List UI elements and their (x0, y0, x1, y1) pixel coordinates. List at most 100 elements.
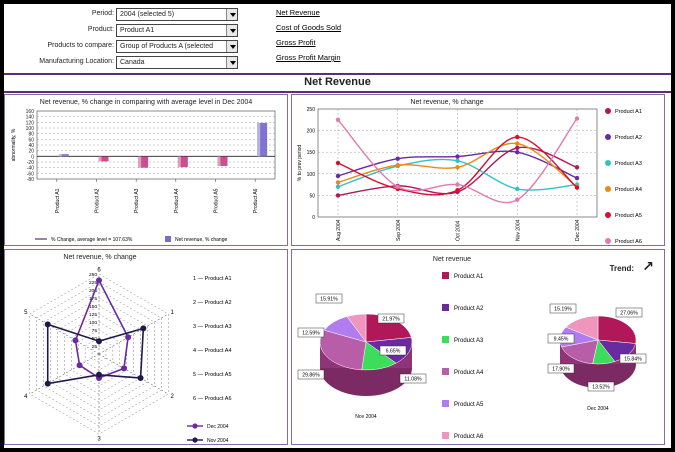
data-point (335, 160, 341, 166)
legend-marker (605, 160, 611, 166)
pie-label: 21.97% (382, 317, 400, 323)
pie-name: Dec 2004 (587, 406, 609, 412)
pie-name: Nov 2004 (355, 414, 377, 420)
radar-axis-label: 1 (170, 310, 174, 316)
radar-axis-label: 4 (24, 394, 28, 400)
legend-label: Product A3 (615, 161, 642, 167)
legend-marker (605, 212, 611, 218)
radar-axis-label: 5 (24, 310, 28, 316)
x-tick-label: Sep 2004 (396, 219, 402, 241)
radar-axis-label: 3 (97, 436, 101, 442)
radar-point (96, 338, 102, 345)
y-tick-label: 150 (307, 150, 316, 156)
link-gross-profit-margin[interactable]: Gross Profit Margin (276, 51, 341, 66)
chevron-down-icon[interactable] (226, 25, 237, 36)
legend-swatch (165, 236, 171, 242)
radar-axis-legend: 1 — Product A1 (193, 276, 232, 282)
x-tick-label: Oct 2004 (456, 220, 462, 241)
legend-label: Net revenue, % change (175, 237, 227, 243)
legend-swatch (442, 400, 449, 407)
data-point (515, 197, 520, 202)
report-links: Net Revenue Cost of Goods Sold Gross Pro… (276, 6, 341, 66)
legend-label: Product A5 (615, 213, 642, 219)
link-net-revenue[interactable]: Net Revenue (276, 6, 341, 21)
data-point (395, 156, 400, 161)
legend-label: % Change, average level = 107.63% (51, 237, 133, 243)
data-point (395, 184, 400, 189)
select-value: Product A1 (120, 27, 155, 34)
product-select[interactable]: Product A1 (116, 24, 238, 37)
pie-charts: Product A1 Product A2 Product A3 Product A4… (297, 272, 647, 440)
compare-select[interactable]: Group of Products A (selected (116, 40, 238, 53)
radar-axis-legend: 3 — Product A3 (193, 324, 232, 330)
filter-product: Product: Product A1 (6, 24, 266, 38)
pie-label: 12.59% (302, 331, 320, 337)
bar-highlight (177, 156, 181, 168)
x-tick-label: Dec 2004 (575, 219, 581, 241)
data-point (455, 182, 460, 187)
legend-swatch (442, 368, 449, 375)
pie-label: 17.90% (552, 367, 570, 373)
y-tick-label: -80 (27, 177, 34, 183)
legend-label: Product A6 (615, 239, 642, 245)
x-tick-label: Product A4 (174, 188, 180, 213)
data-point (574, 165, 580, 170)
radar-point (76, 362, 83, 369)
divider (4, 91, 671, 93)
legend-marker (605, 186, 611, 192)
location-select[interactable]: Canada (116, 56, 238, 69)
data-point (335, 193, 341, 198)
data-point (455, 154, 460, 159)
radar-tick-label: 100 (89, 320, 97, 326)
radar-axis-label: 6 (97, 268, 101, 274)
x-tick-label: Product A2 (95, 188, 101, 213)
period-select[interactable]: 2004 (selected 5) (116, 8, 238, 21)
bar-highlight (58, 154, 62, 157)
bar-chart-panel: Net revenue, % change in comparing with … (4, 94, 288, 246)
legend-label: Product A2 (454, 306, 484, 312)
legend-marker (605, 108, 611, 114)
filter-period: Period: 2004 (selected 5) (6, 8, 266, 22)
data-point (455, 158, 460, 164)
radar-axis-legend: 2 — Product A2 (193, 300, 232, 306)
pie-label: 11.08% (404, 377, 422, 383)
x-tick-label: Aug 2004 (336, 219, 342, 241)
radar-point (96, 277, 102, 284)
data-point (515, 141, 520, 146)
bar-highlight (257, 122, 261, 157)
radar-tick-label: 125 (89, 312, 97, 318)
y-tick-label: 100 (307, 172, 316, 178)
data-point (455, 165, 460, 170)
filter-location: Manufacturing Location: Canada (6, 56, 266, 70)
y-tick-label: 0 (312, 215, 315, 221)
chevron-down-icon[interactable] (226, 41, 237, 52)
y-tick-label: 50 (309, 193, 315, 199)
data-point (574, 116, 580, 121)
link-gross-profit[interactable]: Gross Profit (276, 36, 341, 51)
radar-tick-label: 75 (92, 328, 98, 334)
pie-label: 6.65% (386, 349, 401, 355)
radar-point (72, 337, 79, 344)
pie-label: 29.86% (302, 373, 320, 379)
select-value: Canada (120, 59, 145, 66)
radar-point (125, 334, 132, 341)
data-point (515, 150, 520, 155)
data-point (515, 134, 520, 140)
chevron-down-icon[interactable] (226, 9, 237, 20)
x-tick-label: Product A1 (55, 188, 61, 213)
chevron-down-icon[interactable] (226, 57, 237, 68)
radar-point (120, 365, 127, 372)
radar-tick-label: 25 (92, 344, 98, 350)
legend-label: Product A1 (615, 109, 642, 115)
filter-label: Period: (91, 10, 114, 17)
radar-point (140, 325, 147, 332)
select-value: 2004 (selected 5) (120, 11, 175, 18)
divider (4, 73, 671, 75)
bar-highlight (217, 156, 221, 166)
x-tick-label: Product A5 (214, 188, 220, 213)
data-point (335, 180, 341, 185)
legend-label: Product A4 (454, 370, 484, 376)
link-cogs[interactable]: Cost of Goods Sold (276, 21, 341, 36)
page-title: Net Revenue (304, 76, 371, 88)
y-axis-label: % to prev period (297, 145, 303, 182)
